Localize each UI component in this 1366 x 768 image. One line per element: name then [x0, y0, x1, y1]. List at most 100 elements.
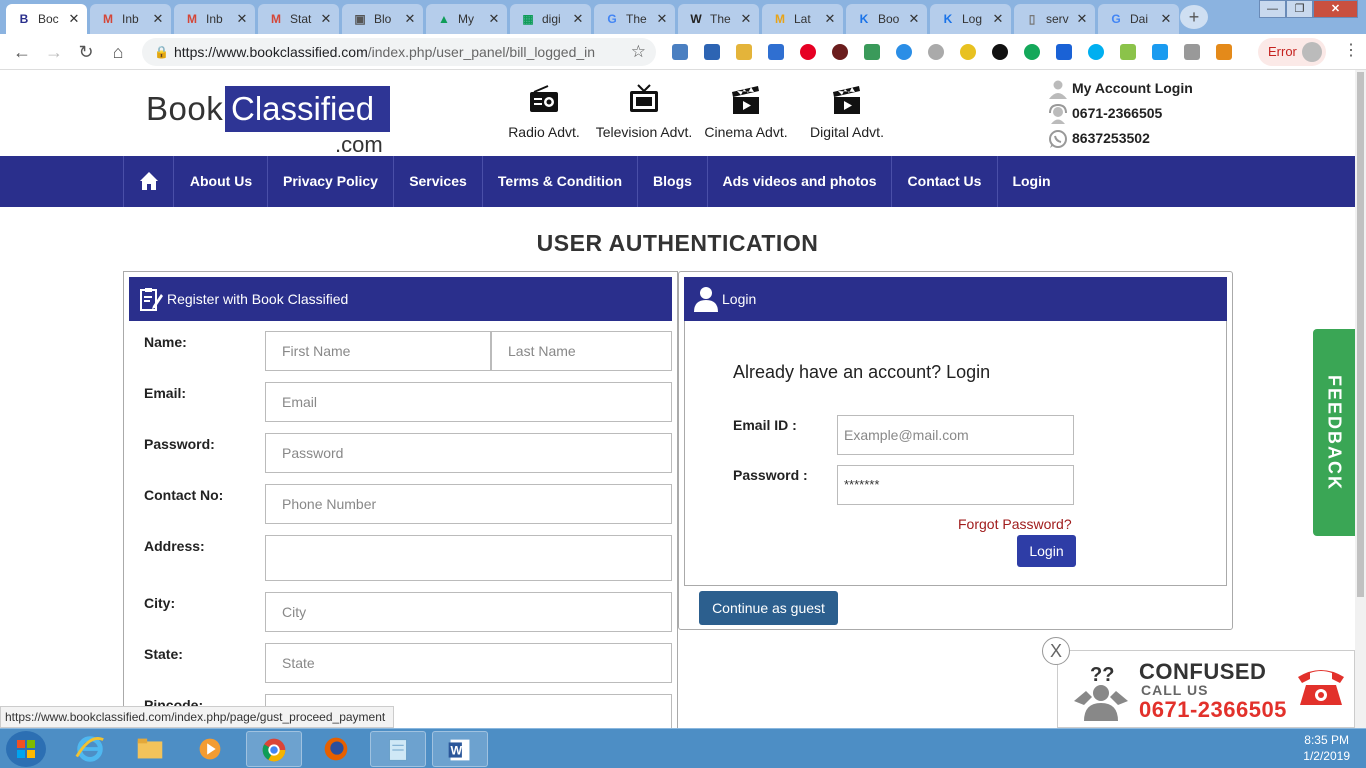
- extension-icon[interactable]: [960, 44, 976, 60]
- close-window-button[interactable]: ✕: [1313, 0, 1358, 18]
- back-icon[interactable]: ←: [11, 41, 33, 63]
- bookmark-star-icon[interactable]: ☆: [631, 38, 646, 66]
- nav-ads-videos-photos[interactable]: Ads videos and photos: [708, 156, 892, 207]
- forgot-password-link[interactable]: Forgot Password?: [958, 516, 1072, 532]
- extension-icon[interactable]: [672, 44, 688, 60]
- minimize-button[interactable]: —: [1259, 0, 1286, 18]
- continue-as-guest-button[interactable]: Continue as guest: [699, 591, 838, 625]
- state-input[interactable]: State: [265, 643, 672, 683]
- extension-icon[interactable]: [864, 44, 880, 60]
- browser-tab[interactable]: ▯ serv ✕: [1014, 4, 1095, 34]
- login-password-input[interactable]: *******: [837, 465, 1074, 505]
- reload-icon[interactable]: ↻: [75, 41, 97, 63]
- tab-close-icon[interactable]: ✕: [151, 11, 165, 27]
- nav-services[interactable]: Services: [394, 156, 483, 207]
- nav-blogs[interactable]: Blogs: [638, 156, 708, 207]
- extension-icon[interactable]: [768, 44, 784, 60]
- tab-close-icon[interactable]: ✕: [907, 11, 921, 27]
- skype-icon[interactable]: [1088, 44, 1104, 60]
- word-taskbar-icon[interactable]: W: [432, 731, 488, 767]
- browser-tab[interactable]: M Inb ✕: [90, 4, 171, 34]
- tab-close-icon[interactable]: ✕: [319, 11, 333, 27]
- login-email-input[interactable]: Example@mail.com: [837, 415, 1074, 455]
- file-explorer-icon[interactable]: [122, 731, 178, 767]
- page-scrollbar[interactable]: [1355, 70, 1366, 728]
- home-icon[interactable]: ⌂: [107, 41, 129, 63]
- browser-tab[interactable]: B Boc ✕: [6, 4, 87, 34]
- new-tab-button[interactable]: +: [1180, 5, 1208, 29]
- browser-tab[interactable]: G The ✕: [594, 4, 675, 34]
- tab-close-icon[interactable]: ✕: [991, 11, 1005, 27]
- extension-icon[interactable]: [992, 44, 1008, 60]
- address-textarea[interactable]: [265, 535, 672, 581]
- tab-close-icon[interactable]: ✕: [487, 11, 501, 27]
- address-bar[interactable]: 🔒 https://www.bookclassified.com/index.p…: [142, 38, 656, 66]
- pinterest-icon[interactable]: [800, 44, 816, 60]
- browser-tab[interactable]: W The ✕: [678, 4, 759, 34]
- last-name-input[interactable]: Last Name: [491, 331, 672, 371]
- grammarly-icon[interactable]: [1024, 44, 1040, 60]
- notepad-taskbar-icon[interactable]: [370, 731, 426, 767]
- tab-close-icon[interactable]: ✕: [655, 11, 669, 27]
- browser-tab[interactable]: K Log ✕: [930, 4, 1011, 34]
- nav-privacy-policy[interactable]: Privacy Policy: [268, 156, 394, 207]
- extension-icon[interactable]: [928, 44, 944, 60]
- nav-contact-us[interactable]: Contact Us: [892, 156, 998, 207]
- first-name-input[interactable]: First Name: [265, 331, 491, 371]
- profile-error-button[interactable]: Error: [1258, 38, 1326, 66]
- browser-tab[interactable]: M Stat ✕: [258, 4, 339, 34]
- menu-icon[interactable]: ⋮: [1343, 42, 1359, 60]
- feedback-tab[interactable]: FEEDBACK: [1313, 329, 1355, 536]
- ie-icon[interactable]: [62, 731, 118, 767]
- extension-icon[interactable]: [832, 44, 848, 60]
- television-advt-link[interactable]: Television Advt.: [594, 84, 694, 140]
- phone-input[interactable]: Phone Number: [265, 484, 672, 524]
- browser-tab[interactable]: ▦ digi ✕: [510, 4, 591, 34]
- firefox-taskbar-icon[interactable]: [308, 731, 364, 767]
- radio-advt-link[interactable]: Radio Advt.: [494, 84, 594, 140]
- tab-close-icon[interactable]: ✕: [739, 11, 753, 27]
- forward-icon[interactable]: →: [43, 41, 65, 63]
- browser-tab[interactable]: M Inb ✕: [174, 4, 255, 34]
- tab-close-icon[interactable]: ✕: [823, 11, 837, 27]
- start-button[interactable]: [6, 731, 46, 767]
- extension-icon[interactable]: [1216, 44, 1232, 60]
- tab-close-icon[interactable]: ✕: [235, 11, 249, 27]
- extension-icon[interactable]: [1152, 44, 1168, 60]
- digital-advt-link[interactable]: Digital Advt.: [797, 84, 897, 140]
- maximize-button[interactable]: ❐: [1286, 0, 1313, 18]
- system-clock[interactable]: 8:35 PM 1/2/2019: [1303, 732, 1350, 764]
- nav-about-us[interactable]: About Us: [175, 156, 268, 207]
- extension-icon[interactable]: [1120, 44, 1136, 60]
- browser-tab[interactable]: K Boo ✕: [846, 4, 927, 34]
- tab-close-icon[interactable]: ✕: [67, 11, 81, 27]
- tab-close-icon[interactable]: ✕: [571, 11, 585, 27]
- nav-login[interactable]: Login: [998, 156, 1065, 207]
- browser-tab[interactable]: M Lat ✕: [762, 4, 843, 34]
- login-button[interactable]: Login: [1017, 535, 1076, 567]
- call-us-widget[interactable]: X ?? CONFUSED CALL US 0671-2366505: [1042, 637, 1355, 728]
- media-player-icon[interactable]: [182, 731, 238, 767]
- scrollbar-thumb[interactable]: [1357, 72, 1364, 597]
- browser-tab[interactable]: ▲ My ✕: [426, 4, 507, 34]
- email-input[interactable]: Email: [265, 382, 672, 422]
- extension-icon[interactable]: [736, 44, 752, 60]
- city-input[interactable]: City: [265, 592, 672, 632]
- browser-tab[interactable]: ▣ Blo ✕: [342, 4, 423, 34]
- tab-close-icon[interactable]: ✕: [403, 11, 417, 27]
- cinema-advt-link[interactable]: Cinema Advt.: [696, 84, 796, 140]
- extension-icon[interactable]: [704, 44, 720, 60]
- close-icon[interactable]: X: [1042, 637, 1070, 665]
- password-input[interactable]: Password: [265, 433, 672, 473]
- extension-icon[interactable]: [1184, 44, 1200, 60]
- extension-icon[interactable]: [896, 44, 912, 60]
- nav-home[interactable]: [123, 156, 174, 207]
- search-icon[interactable]: [1056, 44, 1072, 60]
- nav-terms-condition[interactable]: Terms & Condition: [483, 156, 638, 207]
- whatsapp-icon: [1049, 130, 1067, 148]
- tab-close-icon[interactable]: ✕: [1075, 11, 1089, 27]
- browser-tab[interactable]: G Dai ✕: [1098, 4, 1179, 34]
- chrome-taskbar-icon[interactable]: [246, 731, 302, 767]
- my-account-login-link[interactable]: My Account Login: [1048, 78, 1193, 103]
- tab-close-icon[interactable]: ✕: [1159, 11, 1173, 27]
